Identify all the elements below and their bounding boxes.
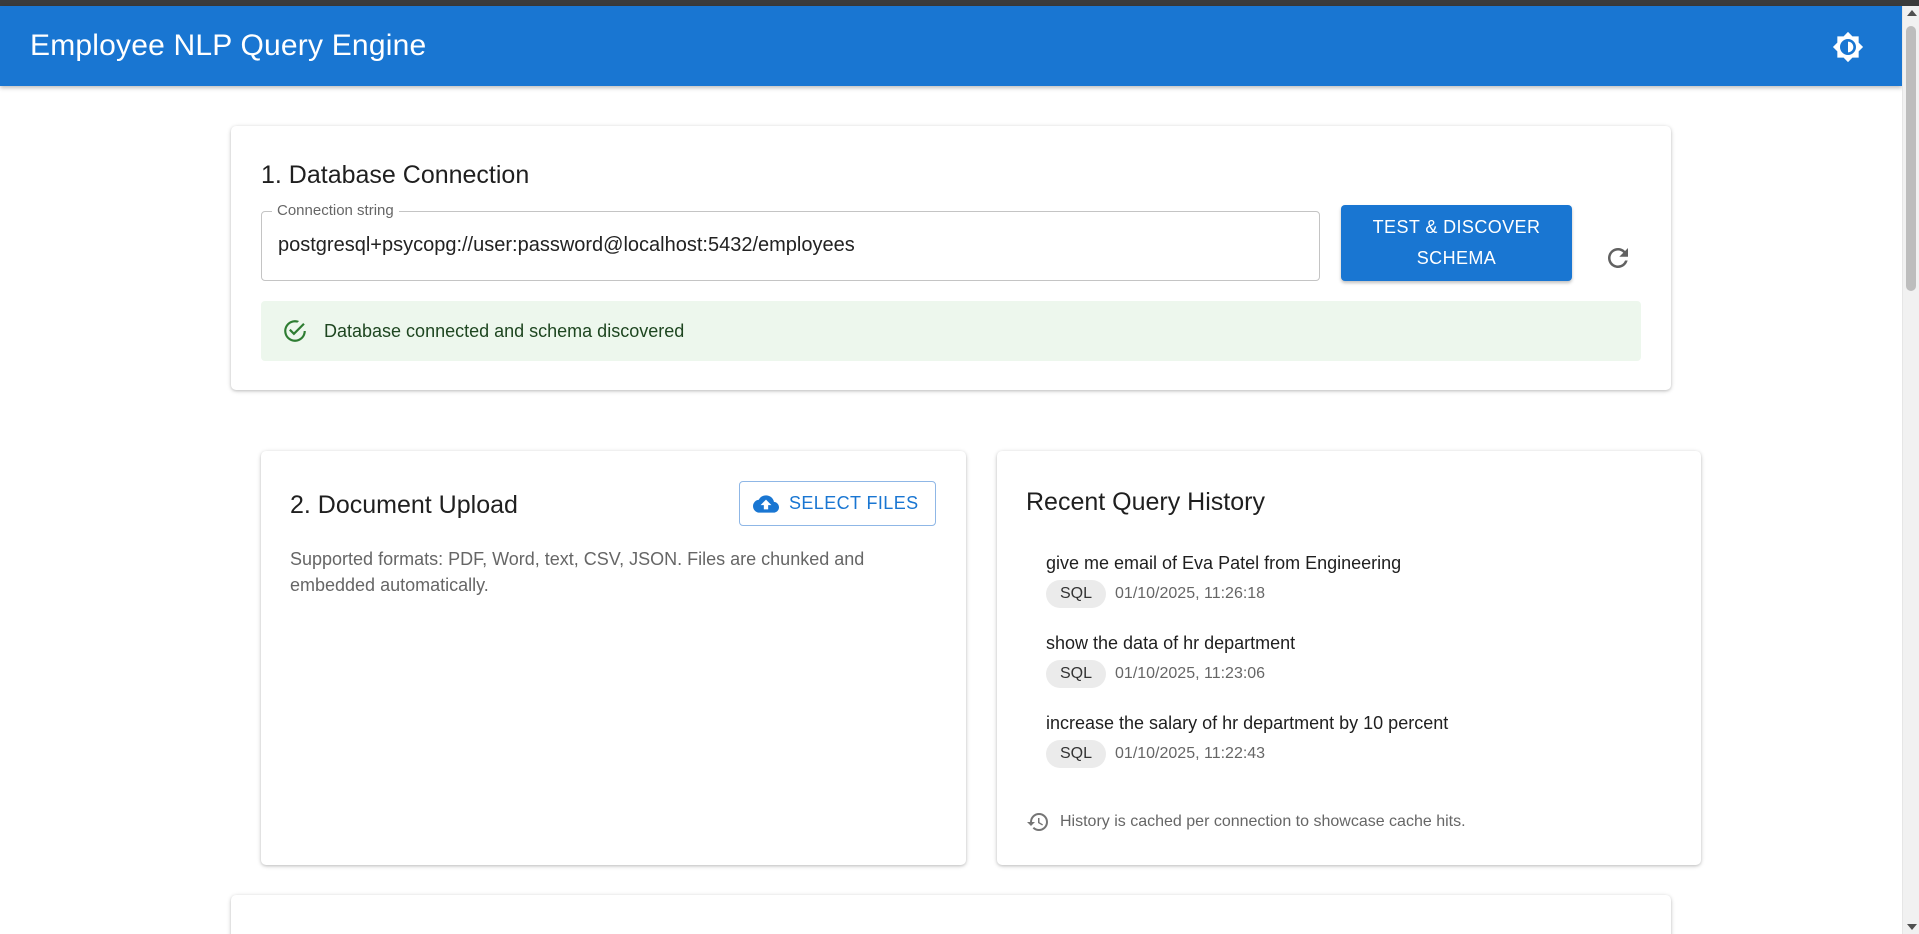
scrollbar-thumb[interactable] [1906, 26, 1916, 291]
page-scrollbar[interactable] [1902, 6, 1919, 934]
history-item[interactable]: give me email of Eva Patel from Engineer… [1046, 553, 1401, 608]
query-history-card: Recent Query History give me email of Ev… [997, 451, 1701, 865]
connection-status-text: Database connected and schema discovered [324, 320, 685, 341]
history-query-text: show the data of hr department [1046, 633, 1296, 653]
history-timestamp: 01/10/2025, 11:22:43 [1115, 745, 1266, 762]
history-query-text: increase the salary of hr department by … [1046, 713, 1449, 733]
cloud-upload-icon [753, 494, 779, 513]
app-title: Employee NLP Query Engine [30, 29, 427, 62]
select-files-button[interactable]: SELECT FILES [739, 481, 936, 526]
scroll-up-arrow-icon[interactable] [1907, 10, 1917, 16]
connection-success-alert: Database connected and schema discovered [261, 301, 1641, 361]
document-upload-card: 2. Document Upload SELECT FILES Supporte… [261, 451, 966, 865]
upload-description: Supported formats: PDF, Word, text, CSV,… [290, 549, 865, 595]
history-note: History is cached per connection to show… [1026, 810, 1466, 834]
select-files-label: SELECT FILES [789, 493, 919, 513]
query-type-chip: SQL [1046, 740, 1107, 768]
database-section-title: 1. Database Connection [261, 161, 530, 189]
history-item[interactable]: show the data of hr department SQL 01/10… [1046, 633, 1295, 688]
brightness-icon[interactable] [1832, 31, 1864, 63]
database-connection-card: 1. Database Connection Connection string… [231, 126, 1671, 390]
test-button-label-line2: SCHEMA [1416, 248, 1497, 268]
connection-string-input[interactable] [278, 234, 1298, 257]
history-icon [1027, 813, 1048, 831]
connection-string-label: Connection string [272, 202, 399, 219]
history-timestamp: 01/10/2025, 11:26:18 [1115, 585, 1266, 602]
history-section-title: Recent Query History [1026, 488, 1265, 516]
scroll-down-arrow-icon[interactable] [1907, 924, 1917, 930]
app-bar: Employee NLP Query Engine [0, 6, 1902, 86]
query-type-chip: SQL [1046, 580, 1107, 608]
history-item[interactable]: increase the salary of hr department by … [1046, 713, 1448, 768]
query-type-chip: SQL [1046, 660, 1107, 688]
history-note-text: History is cached per connection to show… [1060, 813, 1466, 830]
test-discover-schema-button[interactable]: TEST & DISCOVER SCHEMA [1341, 205, 1572, 281]
check-circle-icon [284, 320, 306, 342]
test-button-label-line1: TEST & DISCOVER [1372, 217, 1541, 237]
next-section-card [231, 895, 1671, 934]
connection-string-field[interactable]: Connection string [261, 202, 1320, 281]
refresh-icon[interactable] [1603, 243, 1633, 273]
history-query-text: give me email of Eva Patel from Engineer… [1046, 553, 1402, 573]
upload-section-title: 2. Document Upload [290, 491, 518, 519]
history-timestamp: 01/10/2025, 11:23:06 [1115, 665, 1266, 682]
